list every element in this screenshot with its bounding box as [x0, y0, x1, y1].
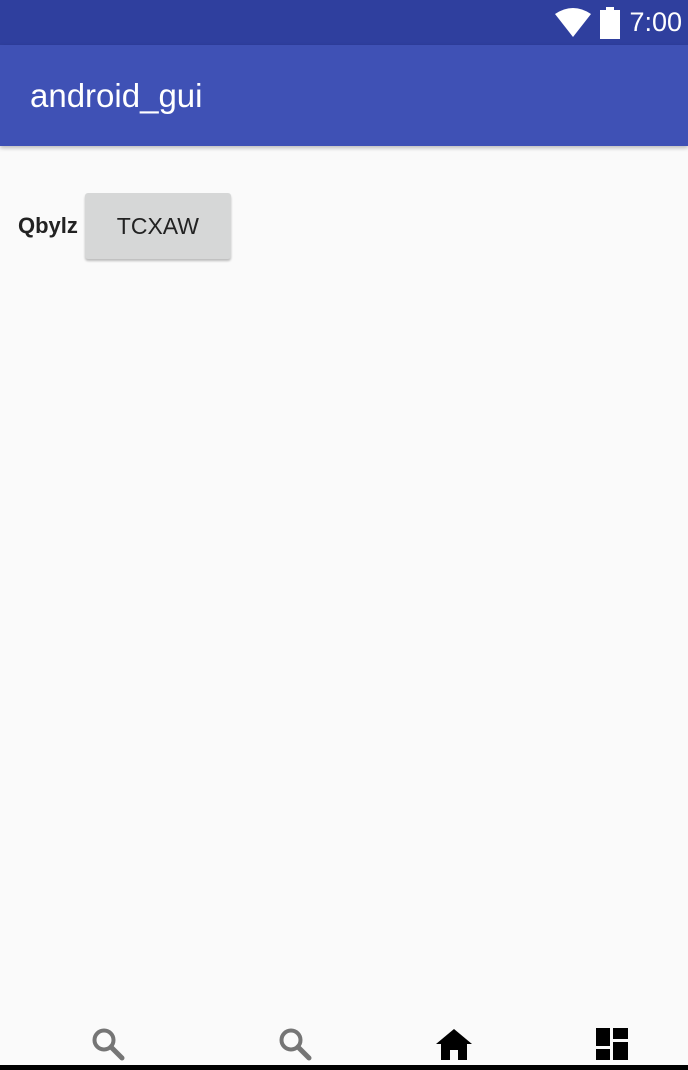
- label-button-row: Qbylz TCXAW: [18, 193, 231, 259]
- nav-dashboard[interactable]: [590, 1024, 634, 1064]
- dashboard-icon: [596, 1028, 628, 1060]
- status-bar: 7:00: [0, 0, 688, 45]
- text-label: Qbylz: [18, 213, 78, 238]
- search-icon: [92, 1028, 125, 1061]
- home-icon: [436, 1029, 472, 1060]
- bottom-navigation: [0, 1016, 688, 1070]
- app-bar: android_gui: [0, 45, 688, 146]
- nav-search-2[interactable]: [273, 1024, 317, 1064]
- status-time: 7:00: [629, 7, 682, 37]
- bottom-divider: [0, 1065, 688, 1070]
- app-title: android_gui: [30, 77, 203, 114]
- nav-home[interactable]: [432, 1024, 476, 1064]
- nav-search-1[interactable]: [86, 1024, 130, 1064]
- main-content: Qbylz TCXAW: [0, 146, 688, 1016]
- status-icons: 7:00: [555, 0, 682, 45]
- search-icon: [279, 1028, 312, 1061]
- action-button[interactable]: TCXAW: [84, 193, 231, 259]
- battery-icon: [600, 6, 621, 39]
- wifi-icon: [555, 7, 592, 37]
